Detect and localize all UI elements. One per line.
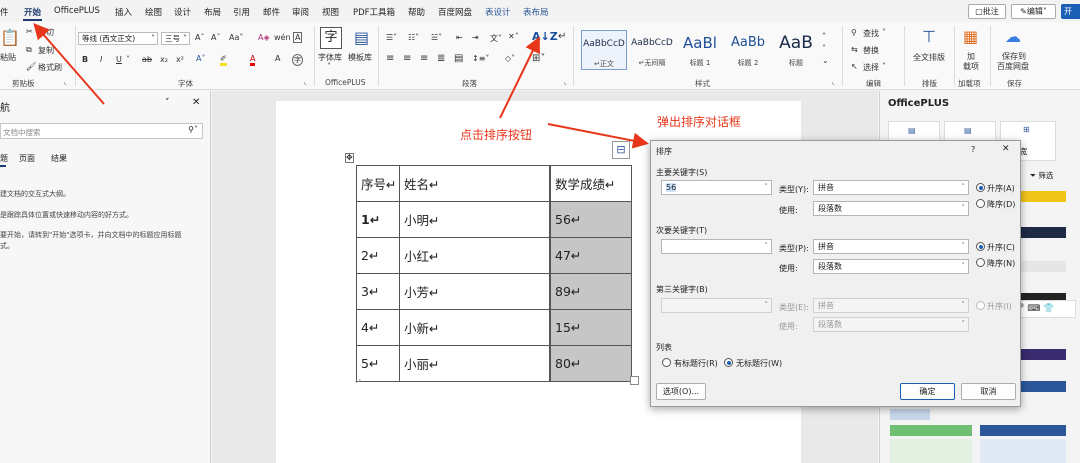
- chevron-down-icon: ˅: [961, 262, 966, 270]
- primary-asc-radio[interactable]: [976, 183, 985, 192]
- close-icon[interactable]: ✕: [1002, 144, 1010, 154]
- tertiary-use-label: 使用:: [779, 322, 798, 331]
- tertiary-asc-radio[interactable]: [976, 301, 985, 310]
- tertiary-use-value: 段落数: [818, 320, 842, 329]
- no-header-label[interactable]: 无标题行(W): [736, 358, 782, 369]
- chevron-down-icon: ˅: [764, 242, 769, 250]
- primary-use-label: 使用:: [779, 206, 798, 215]
- primary-key-label: 主要关键字(S): [656, 168, 708, 177]
- chevron-down-icon: ˅: [961, 301, 966, 309]
- secondary-desc-radio[interactable]: [976, 258, 985, 267]
- tertiary-use-select[interactable]: 段落数 ˅: [813, 317, 969, 332]
- arrow-to-sort-dialog: [547, 123, 649, 149]
- chevron-down-icon: ˅: [764, 183, 769, 191]
- annotation-click-sort: 点击排序按钮: [460, 128, 533, 142]
- secondary-use-select[interactable]: 段落数 ˅: [813, 259, 969, 274]
- secondary-use-label: 使用:: [779, 264, 798, 273]
- primary-key-select[interactable]: 56 ˅: [661, 180, 772, 195]
- primary-use-value: 段落数: [818, 204, 842, 213]
- has-header-label[interactable]: 有标题行(R): [674, 358, 718, 369]
- primary-use-select[interactable]: 段落数 ˅: [813, 201, 969, 216]
- list-label: 列表: [656, 343, 672, 352]
- secondary-asc-label[interactable]: 升序(C): [987, 242, 1015, 253]
- tertiary-type-value: 拼音: [818, 301, 834, 310]
- primary-desc-label[interactable]: 降序(D): [987, 199, 1015, 210]
- tertiary-asc-label[interactable]: 升序(I): [987, 301, 1012, 312]
- tertiary-type-label: 类型(E):: [779, 303, 809, 312]
- chevron-down-icon: ˅: [961, 320, 966, 328]
- primary-type-value: 拼音: [818, 183, 834, 192]
- secondary-asc-radio[interactable]: [976, 242, 985, 251]
- tertiary-type-select[interactable]: 拼音 ˅: [813, 298, 969, 313]
- secondary-type-select[interactable]: 拼音 ˅: [813, 239, 969, 254]
- secondary-type-value: 拼音: [818, 242, 834, 251]
- chevron-down-icon: ˅: [764, 301, 769, 309]
- primary-desc-radio[interactable]: [976, 199, 985, 208]
- primary-asc-label[interactable]: 升序(A): [987, 183, 1015, 194]
- secondary-type-label: 类型(P):: [779, 244, 809, 253]
- help-button[interactable]: ?: [971, 145, 975, 154]
- arrow-to-sort-button: [499, 36, 540, 119]
- no-header-radio[interactable]: [724, 358, 733, 367]
- primary-type-select[interactable]: 拼音 ˅: [813, 180, 969, 195]
- secondary-desc-label[interactable]: 降序(N): [987, 258, 1015, 269]
- tertiary-key-label: 第三关键字(B): [656, 285, 708, 294]
- dialog-title: 排序: [656, 147, 672, 156]
- secondary-key-label: 次要关键字(T): [656, 226, 708, 235]
- arrow-to-home-tab: [33, 22, 105, 105]
- chevron-down-icon: ˅: [961, 242, 966, 250]
- has-header-radio[interactable]: [662, 358, 671, 367]
- secondary-use-value: 段落数: [818, 262, 842, 271]
- sort-dialog: 排序 ? ✕ 主要关键字(S) 56 ˅ 类型(Y): 拼音 ˅ 使用: 段落数 ˅ …: [650, 140, 1021, 407]
- annotation-popup-dialog: 弹出排序对话框: [657, 115, 742, 129]
- secondary-key-select[interactable]: ˅: [661, 239, 772, 254]
- chevron-down-icon: ˅: [961, 204, 966, 212]
- ok-button[interactable]: 确定: [900, 383, 955, 400]
- tertiary-key-select[interactable]: ˅: [661, 298, 772, 313]
- primary-type-label: 类型(Y):: [779, 185, 809, 194]
- chevron-down-icon: ˅: [961, 183, 966, 191]
- options-button[interactable]: 选项(O)...: [656, 383, 706, 400]
- primary-key-value: 56: [666, 183, 677, 192]
- cancel-button[interactable]: 取消: [961, 383, 1016, 400]
